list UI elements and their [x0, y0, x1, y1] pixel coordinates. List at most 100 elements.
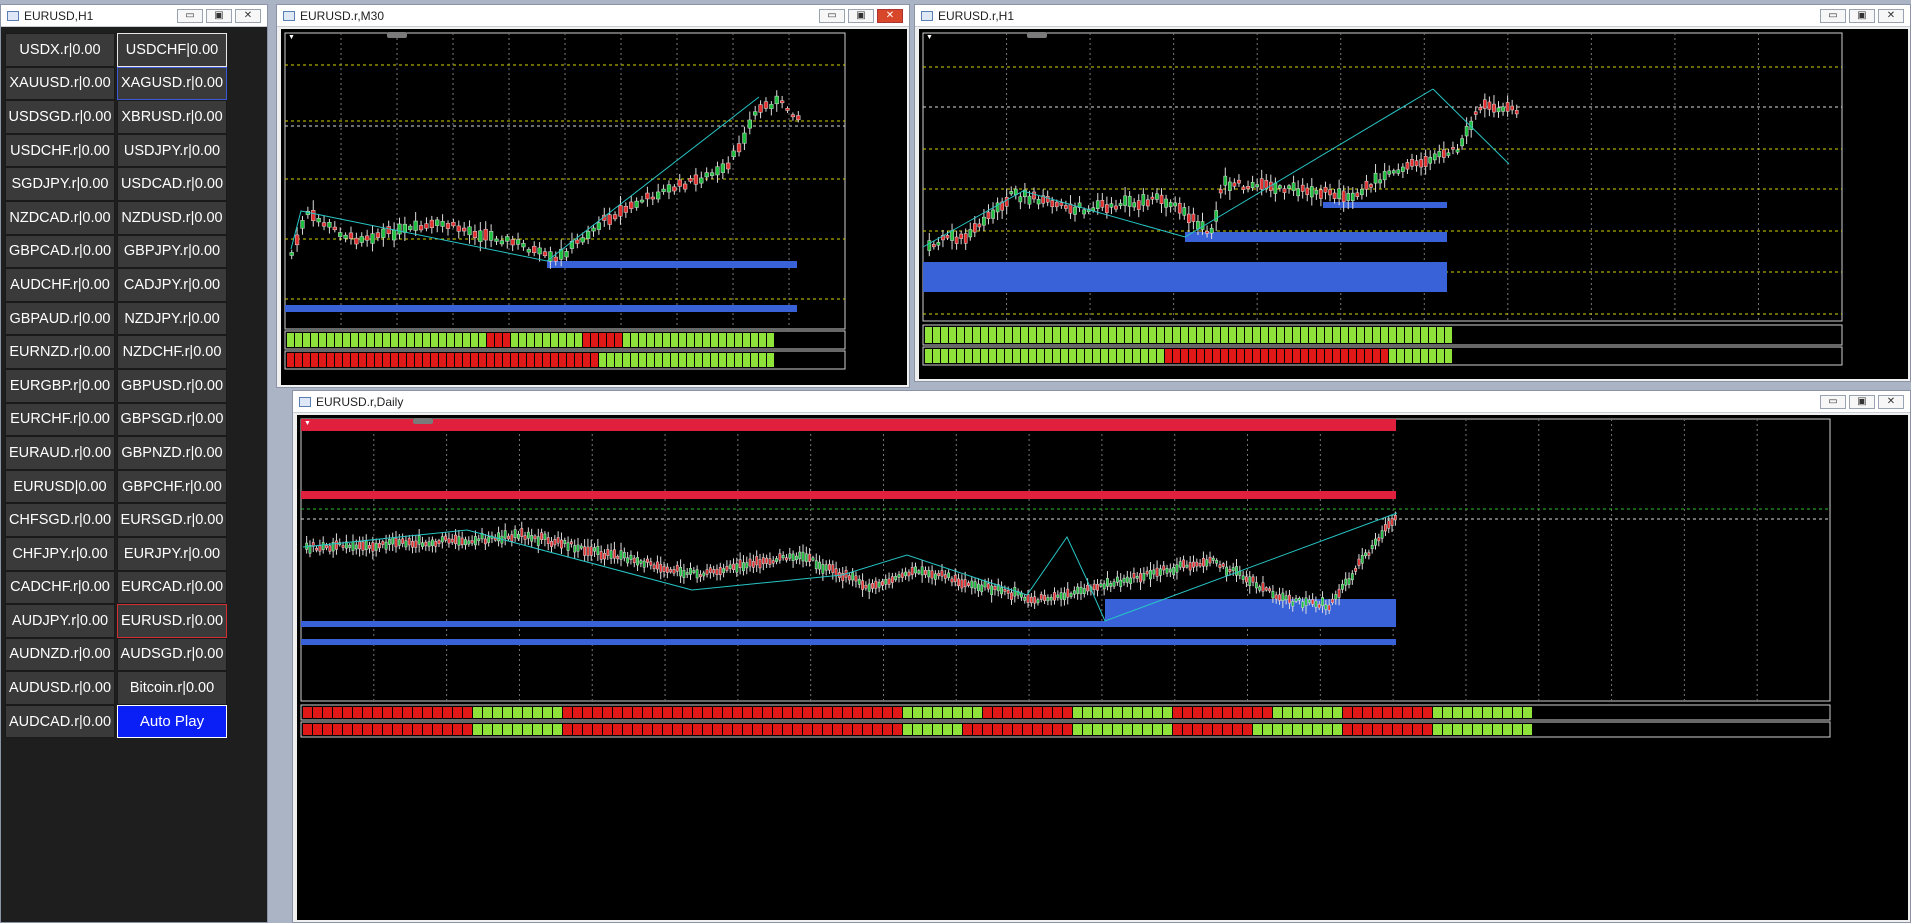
symbol-button[interactable]: EURGBP.r|0.00 [5, 368, 115, 403]
indicator-cell [1117, 349, 1124, 363]
candle-body [1227, 181, 1232, 191]
symbol-button[interactable]: EURJPY.r|0.00 [117, 536, 227, 571]
symbol-button[interactable]: CADCHF.r|0.00 [5, 570, 115, 605]
indicator-cell [391, 333, 398, 347]
symbol-button[interactable]: GBPAUD.r|0.00 [5, 301, 115, 336]
candle-body [1387, 520, 1391, 529]
symbol-button[interactable]: GBPJPY.r|0.00 [117, 234, 227, 269]
maximize-icon[interactable]: ▣ [848, 8, 874, 23]
close-icon[interactable]: ✕ [1878, 394, 1904, 409]
symbol-button[interactable]: NZDCHF.r|0.00 [117, 335, 227, 369]
indicator-cell [933, 707, 942, 718]
symbol-button[interactable]: XAGUSD.r|0.00 [117, 66, 227, 101]
symbol-button[interactable]: USDSGD.r|0.00 [5, 100, 115, 134]
symbol-button[interactable]: AUDSGD.r|0.00 [117, 637, 227, 672]
candle-body [573, 545, 577, 553]
minimize-icon[interactable]: ▭ [819, 8, 845, 23]
symbol-button[interactable]: CADJPY.r|0.00 [117, 268, 227, 302]
symbol-button[interactable]: AUDUSD.r|0.00 [5, 671, 115, 705]
symbol-button[interactable]: EURCAD.r|0.00 [117, 570, 227, 605]
indicator-cell [551, 353, 558, 367]
symbol-button[interactable]: AUDCAD.r|0.00 [5, 704, 115, 739]
candle-body [1123, 195, 1127, 206]
symbol-button[interactable]: USDCAD.r|0.00 [117, 167, 227, 201]
symbol-button[interactable]: GBPCHF.r|0.00 [117, 469, 227, 504]
symbol-button[interactable]: CHFSGD.r|0.00 [5, 503, 115, 537]
candle-body [991, 209, 995, 219]
symbol-button[interactable]: NZDUSD.r|0.00 [117, 200, 227, 235]
candle-body [374, 542, 378, 551]
indicator-cell [957, 327, 964, 343]
symbol-button[interactable]: XBRUSD.r|0.00 [117, 100, 227, 134]
indicator-cell [965, 349, 972, 363]
candle-body [315, 547, 318, 551]
line-alert-button[interactable] [387, 32, 407, 38]
line-alert-button[interactable] [1027, 32, 1047, 38]
symbol-button[interactable]: EURCHF.r|0.00 [5, 402, 115, 437]
candle-body [1442, 149, 1446, 158]
symbol-button[interactable]: AUDJPY.r|0.00 [5, 604, 115, 638]
indicator-cell [1357, 327, 1364, 343]
symbol-button[interactable]: EURUSD|0.00 [5, 469, 115, 504]
price-chart-h1[interactable]: ▼ [919, 29, 1908, 379]
candle-body [1390, 518, 1394, 526]
indicator-cell [813, 724, 822, 735]
chart-menu-icon[interactable]: ▼ [288, 34, 295, 41]
symbol-button[interactable]: USDX.r|0.00 [5, 33, 115, 67]
symbol-button[interactable]: GBPSGD.r|0.00 [117, 402, 227, 437]
close-icon[interactable]: ✕ [235, 8, 261, 23]
chart-menu-icon[interactable]: ▼ [304, 420, 311, 427]
candle-body [1182, 207, 1187, 216]
symbol-button[interactable]: GBPUSD.r|0.00 [117, 368, 227, 403]
symbol-button[interactable]: SGDJPY.r|0.00 [5, 167, 115, 201]
candle-body [672, 186, 677, 192]
indicator-cell [983, 707, 992, 718]
symbol-button[interactable]: AUDNZD.r|0.00 [5, 637, 115, 672]
candle-body [1112, 581, 1116, 587]
indicator-cell [759, 333, 766, 347]
indicator-cell [1101, 327, 1108, 343]
price-chart-m30[interactable]: ▼ [281, 29, 907, 385]
symbol-button[interactable]: GBPNZD.r|0.00 [117, 436, 227, 470]
symbol-button[interactable]: NZDJPY.r|0.00 [117, 301, 227, 336]
symbol-button[interactable]: NZDCAD.r|0.00 [5, 200, 115, 235]
close-icon[interactable]: ✕ [877, 8, 903, 23]
candle-body [1261, 582, 1265, 592]
symbol-button[interactable]: EURAUD.r|0.00 [5, 436, 115, 470]
maximize-icon[interactable]: ▣ [206, 8, 232, 23]
indicator-cell [703, 707, 712, 718]
indicator-cell [989, 349, 996, 363]
indicator-cell [1229, 327, 1236, 343]
chart-menu-icon[interactable]: ▼ [926, 34, 933, 41]
indicator-cell [493, 724, 502, 735]
maximize-icon[interactable]: ▣ [1849, 394, 1875, 409]
maximize-icon[interactable]: ▣ [1849, 8, 1875, 23]
close-icon[interactable]: ✕ [1878, 8, 1904, 23]
symbol-button[interactable]: EURNZD.r|0.00 [5, 335, 115, 369]
candle-body [1072, 590, 1076, 595]
indicator-cell [399, 353, 406, 367]
minimize-icon[interactable]: ▭ [177, 8, 203, 23]
minimize-icon[interactable]: ▭ [1820, 394, 1846, 409]
price-chart-daily[interactable]: ▼ [297, 415, 1908, 920]
symbol-button[interactable]: Bitcoin.r|0.00 [117, 671, 227, 705]
candle-body [1405, 162, 1410, 170]
indicator-cell [727, 333, 734, 347]
symbol-button[interactable]: USDCHF|0.00 [117, 33, 227, 67]
candle-body [1478, 107, 1483, 111]
symbol-button[interactable]: CHFJPY.r|0.00 [5, 536, 115, 571]
symbol-button[interactable]: EURSGD.r|0.00 [117, 503, 227, 537]
chart-canvas [922, 32, 1843, 366]
symbol-button[interactable]: AUDCHF.r|0.00 [5, 268, 115, 302]
symbol-button[interactable]: GBPCAD.r|0.00 [5, 234, 115, 269]
indicator-cell [767, 333, 774, 347]
auto-play-button[interactable]: Auto Play [117, 704, 227, 739]
symbol-button[interactable]: USDJPY.r|0.00 [117, 133, 227, 168]
minimize-icon[interactable]: ▭ [1820, 8, 1846, 23]
symbol-button[interactable]: USDCHF.r|0.00 [5, 133, 115, 168]
indicator-cell [993, 707, 1002, 718]
symbol-button[interactable]: XAUUSD.r|0.00 [5, 66, 115, 101]
indicator-cell [973, 327, 980, 343]
line-alert-button[interactable] [413, 418, 433, 424]
symbol-button[interactable]: EURUSD.r|0.00 [117, 604, 227, 638]
